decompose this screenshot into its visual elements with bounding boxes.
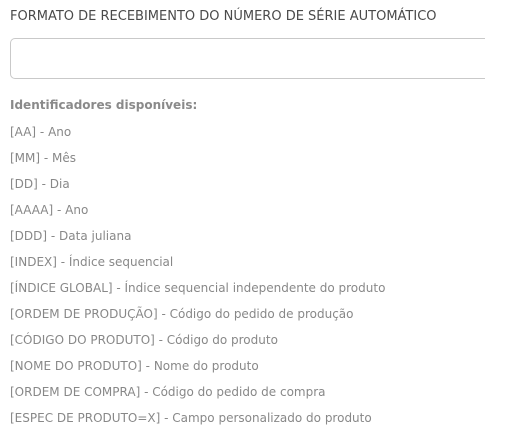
- identifier-item: [CÓDIGO DO PRODUTO] - Código do produto: [10, 333, 278, 347]
- identifier-item: [INDEX] - Índice sequencial: [10, 255, 174, 269]
- identifier-item: [MM] - Mês: [10, 151, 77, 165]
- identifier-item: [DDD] - Data juliana: [10, 229, 132, 243]
- identifier-item: [DD] - Dia: [10, 177, 70, 191]
- identifiers-title: Identificadores disponíveis:: [10, 98, 198, 112]
- serial-format-input[interactable]: [10, 38, 485, 79]
- identifier-item: [NOME DO PRODUTO] - Nome do produto: [10, 359, 259, 373]
- identifier-item: [ÍNDICE GLOBAL] - Índice sequencial inde…: [10, 281, 386, 295]
- serial-format-label: FORMATO DE RECEBIMENTO DO NÚMERO DE SÉRI…: [10, 9, 437, 24]
- identifiers-list: [AA] - Ano [MM] - Mês [DD] - Dia [AAAA] …: [10, 123, 385, 435]
- identifier-item: [AA] - Ano: [10, 125, 72, 139]
- identifier-item: [AAAA] - Ano: [10, 203, 89, 217]
- identifier-item: [ESPEC DE PRODUTO=X] - Campo personaliza…: [10, 411, 372, 425]
- identifier-item: [ORDEM DE PRODUÇÃO] - Código do pedido d…: [10, 307, 354, 321]
- identifier-item: [ORDEM DE COMPRA] - Código do pedido de …: [10, 385, 326, 399]
